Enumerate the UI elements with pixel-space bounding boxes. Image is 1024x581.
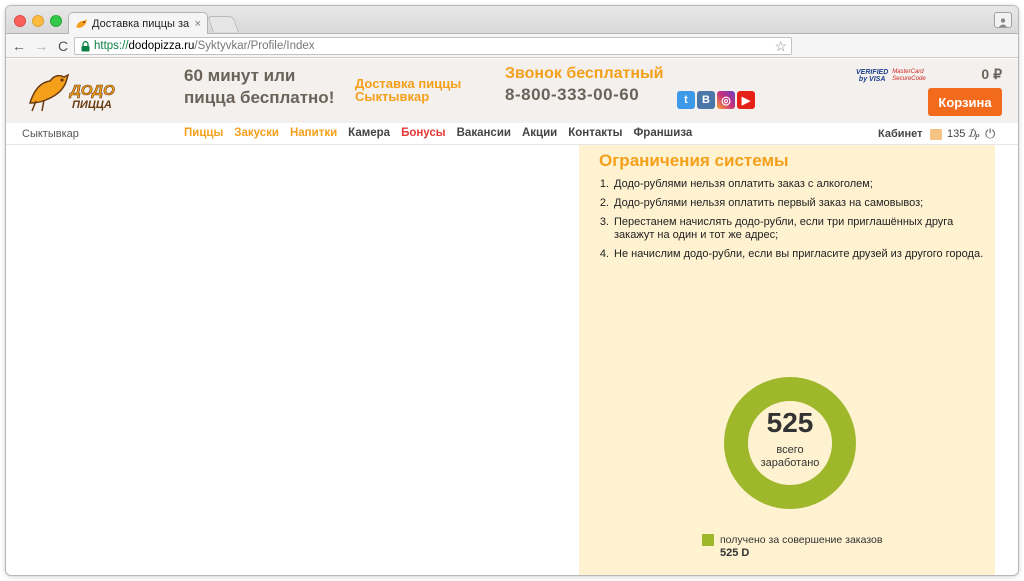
instagram-icon[interactable]: ◎ [717,91,735,109]
earnings-donut-chart [724,377,856,509]
list-item: 2. Додо-рублями нельзя оплатить первый за… [599,197,924,209]
site-header: ДОДО ПИЦЦА 60 минут или пицца бесплатно!… [6,59,1018,123]
browser-window: Доставка пиццы за 60 ми × ← → C https://… [6,6,1018,575]
donut-total: 525 [766,407,814,438]
nav-item-vacancies[interactable]: Вакансии [457,127,511,139]
list-item: 1. Додо-рублями нельзя оплатить заказ с а… [599,178,873,190]
logo-text-pizza: ПИЦЦА [72,99,112,111]
back-icon[interactable]: ← [10,37,28,55]
dodo-favicon-icon [76,18,87,28]
nav-item-drinks[interactable]: Напитки [290,127,337,139]
bonus-wallet-icon [930,129,942,140]
star-icon[interactable]: ☆ [774,38,787,54]
bonus-balance: 135 ₯ [947,128,980,140]
browser-toolbar: ← → C https://dodopizza.ru/Syktyvkar/Pro… [6,34,1018,58]
mastercard-securecode-logo: MasterCard SecureCode [892,69,926,82]
legend-value: 525 D [720,547,750,559]
cart-total: 0 ₽ [981,66,1002,82]
delivery-line-2: Сыктывкар [355,89,430,104]
dodo-pizza-logo[interactable]: ДОДО ПИЦЦА [22,69,132,113]
donut-caption: всего заработано [760,444,820,469]
phone-block: Звонок бесплатный 8-800-333-00-60 [505,65,664,107]
restrictions-list: 1. Додо-рублями нельзя оплатить заказ с а… [595,178,985,267]
url-path: /Syktyvkar/Profile/Index [194,40,315,52]
tab-strip: Доставка пиццы за 60 ми × [6,6,1018,34]
reload-icon[interactable]: C [54,37,72,55]
nav-item-franchise[interactable]: Франшиза [633,127,692,139]
donut-arc-orders [724,377,856,509]
zoom-window-button[interactable] [50,15,62,27]
list-item: 4. Не начислим додо-рубли, если вы пригла… [599,248,984,260]
nav-item-promotions[interactable]: Акции [522,127,557,139]
browser-tab[interactable]: Доставка пиццы за 60 ми × [68,12,208,34]
youtube-icon[interactable]: ▶ [737,91,755,109]
call-free-label: Звонок бесплатный [505,65,664,82]
legend-label: получено за совершение заказов [720,534,883,546]
verified-by-visa-logo: VERIFIED by VISA [856,69,889,83]
profile-icon[interactable] [994,12,1012,28]
list-item: 3. Перестанем начислять додо-рубли, если … [599,216,954,241]
forward-icon[interactable]: → [32,37,50,55]
nav-links: Пиццы Закуски Напитки Камера Бонусы Вака… [184,127,703,139]
restrictions-title: Ограничения системы [599,151,789,170]
bonus-panel: Ограничения системы 1. Додо-рублями нельз… [579,145,995,575]
payment-logos: VERIFIED by VISA MasterCard SecureCode [856,69,926,83]
phone-number[interactable]: 8-800-333-00-60 [505,83,664,107]
vk-icon[interactable]: B [697,91,715,109]
tab-title: Доставка пиццы за 60 ми [92,17,191,30]
tab-close-icon[interactable]: × [195,18,201,30]
main-nav: Сыктывкар Пиццы Закуски Напитки Камера Б… [6,123,1018,145]
slogan-line-1: 60 минут или [184,66,296,85]
social-links: t B ◎ ▶ [677,91,755,109]
twitter-icon[interactable]: t [677,91,695,109]
nav-item-contacts[interactable]: Контакты [568,127,622,139]
minimize-window-button[interactable] [32,15,44,27]
cart-button[interactable]: Корзина [928,88,1002,116]
legend-swatch [702,534,714,546]
close-window-button[interactable] [14,15,26,27]
url-scheme: https:// [94,40,129,52]
nav-item-camera[interactable]: Камера [348,127,390,139]
delivery-city[interactable]: Доставка пиццы Сыктывкар [355,77,461,103]
address-bar[interactable]: https://dodopizza.ru/Syktyvkar/Profile/I… [74,37,792,55]
logo-text-dodo: ДОДО [68,82,115,99]
logout-power-icon[interactable]: ⏻ [985,126,995,142]
url-host: dodopizza.ru [128,40,195,52]
cabinet-link[interactable]: Кабинет [878,128,923,140]
slogan-line-2: пицца бесплатно! [184,88,335,107]
city-selector[interactable]: Сыктывкар [22,128,79,140]
slogan: 60 минут или пицца бесплатно! [184,65,334,109]
nav-item-pizzas[interactable]: Пиццы [184,127,223,139]
nav-item-snacks[interactable]: Закуски [234,127,279,139]
nav-item-bonuses[interactable]: Бонусы [401,127,446,139]
lock-icon [81,40,90,51]
new-tab-button[interactable] [207,16,239,32]
